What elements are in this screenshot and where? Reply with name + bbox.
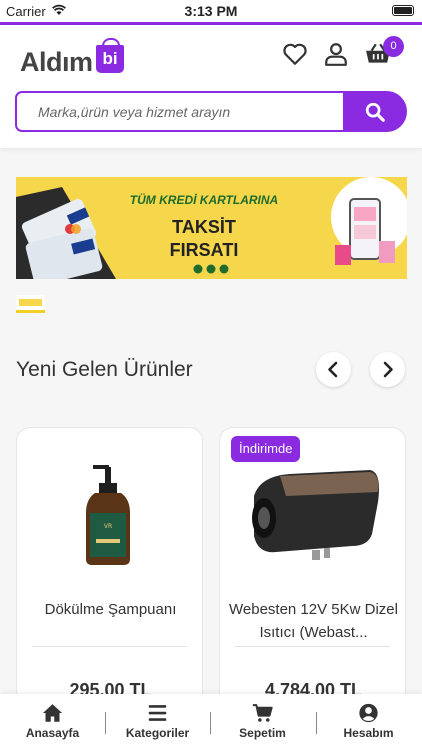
tab-account[interactable]: Hesabım	[316, 694, 421, 750]
discount-badge: İndirimde	[231, 436, 301, 462]
search-button[interactable]	[343, 91, 407, 132]
carousel-prev-button[interactable]	[316, 352, 351, 387]
cart-count-badge: 0	[383, 36, 404, 57]
banner-line-1: TÜM KREDİ KARTLARINA	[129, 193, 279, 207]
logo-text: Aldım	[20, 47, 93, 77]
status-bar: Carrier 3:13 PM	[0, 0, 422, 22]
user-icon[interactable]	[323, 41, 349, 67]
search-bar	[15, 91, 407, 132]
account-icon	[359, 703, 378, 723]
credit-cards-illustration	[16, 187, 116, 279]
tab-cart[interactable]: Sepetim	[210, 694, 315, 750]
list-icon	[148, 705, 167, 721]
heart-icon[interactable]	[282, 41, 308, 67]
banner-thumbnail[interactable]	[16, 295, 45, 313]
promo-banner[interactable]: TÜM KREDİ KARTLARINA TAKSİT FIRSATI	[16, 177, 407, 279]
logo-bag-badge: bi	[96, 38, 124, 73]
svg-text:VR: VR	[104, 523, 112, 530]
bottom-tab-bar: Anasayfa Kategoriler Sepetim Hesabım	[0, 694, 422, 750]
cart-icon	[252, 704, 273, 722]
chevron-left-icon	[328, 361, 338, 378]
search-icon	[365, 102, 385, 122]
search-input[interactable]	[15, 91, 345, 132]
banner-line-3: FIRSATI	[169, 240, 239, 260]
tab-label: Hesabım	[343, 726, 394, 740]
clock: 3:13 PM	[184, 3, 238, 19]
app-header: Aldım bi 0	[0, 25, 422, 148]
product-card[interactable]: VR Dökülme Şampuanı 295,00 TL	[16, 427, 203, 727]
tab-home[interactable]: Anasayfa	[0, 694, 105, 750]
tab-categories[interactable]: Kategoriler	[105, 694, 210, 750]
tab-label: Sepetim	[239, 726, 286, 740]
product-image-shampoo: VR	[86, 465, 130, 565]
card-divider	[235, 646, 390, 647]
banner-dots	[193, 264, 229, 274]
home-icon	[42, 704, 63, 722]
battery-icon	[392, 5, 414, 16]
tab-label: Anasayfa	[25, 726, 80, 740]
product-name: Webesten 12V 5Kw Dizel Isıtıcı (Webast..…	[229, 601, 398, 641]
product-card[interactable]: İndirimde Webesten 12V 5Kw Dizel Isıtıcı…	[219, 427, 406, 727]
carousel-next-button[interactable]	[370, 352, 405, 387]
phone-shopping-illustration	[331, 177, 407, 265]
section-title: Yeni Gelen Ürünler	[16, 358, 193, 381]
banner-line-2: TAKSİT	[172, 217, 236, 237]
chevron-right-icon	[383, 361, 393, 378]
product-name: Dökülme Şampuanı	[44, 601, 177, 618]
product-image-heater	[252, 470, 379, 560]
card-divider	[32, 646, 187, 647]
tab-label: Kategoriler	[125, 726, 190, 740]
